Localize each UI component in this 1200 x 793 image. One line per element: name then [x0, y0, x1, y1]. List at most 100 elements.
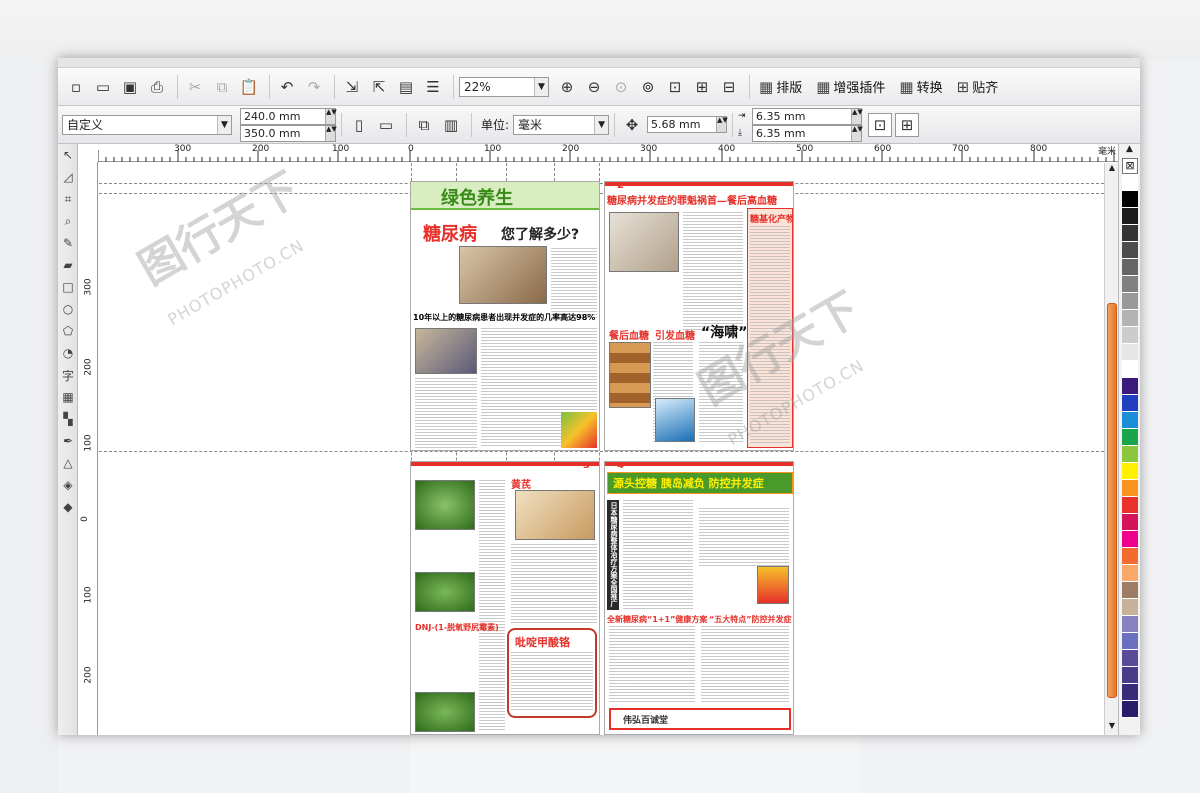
color-swatch[interactable]	[1122, 174, 1138, 191]
color-swatch[interactable]	[1122, 633, 1138, 650]
color-swatch[interactable]	[1122, 650, 1138, 667]
current-page-icon[interactable]: ▥	[439, 113, 463, 137]
vertical-scrollbar[interactable]: ▲ ▼	[1104, 163, 1118, 735]
spinner-icon[interactable]: ▲▼	[851, 125, 863, 141]
color-swatch[interactable]	[1122, 327, 1138, 344]
fill-tool-icon[interactable]: ◈	[58, 474, 78, 496]
ellipse-tool-icon[interactable]: ○	[58, 298, 78, 320]
scrollbar-thumb[interactable]	[1107, 303, 1117, 698]
color-swatch[interactable]	[1122, 582, 1138, 599]
color-swatch[interactable]	[1122, 531, 1138, 548]
zoom-out-icon[interactable]: ⊖	[582, 75, 606, 99]
export-icon[interactable]: ⇱	[367, 75, 391, 99]
scroll-down-icon[interactable]: ▼	[1105, 721, 1119, 735]
treat-as-filled-icon[interactable]: ⊡	[868, 112, 893, 137]
page-preset-select[interactable]: 自定义 ▼	[62, 114, 232, 135]
drawing-canvas[interactable]: 绿色养生 糖尿病 您了解多少? 10年以上的糖尿病患者出现并发症的几率高达98%…	[99, 163, 1104, 735]
interactive-fill-icon[interactable]: ◆	[58, 496, 78, 518]
zoom-height-icon[interactable]: ⊟	[717, 75, 741, 99]
color-swatch[interactable]	[1122, 395, 1138, 412]
smart-fill-icon[interactable]: ▰	[58, 254, 78, 276]
color-swatch[interactable]	[1122, 361, 1138, 378]
undo-icon[interactable]: ↶	[275, 75, 299, 99]
zoom-selected-icon[interactable]: ⊙	[609, 75, 633, 99]
shape-tool-icon[interactable]: ◿	[58, 166, 78, 188]
color-swatch[interactable]	[1122, 701, 1138, 718]
scroll-up-icon[interactable]: ▲	[1105, 163, 1119, 177]
color-swatch[interactable]	[1122, 565, 1138, 582]
color-swatch[interactable]	[1122, 684, 1138, 701]
print-icon[interactable]: ⎙	[145, 75, 169, 99]
plugin-button[interactable]: ▦ 增强插件	[812, 74, 889, 100]
open-folder-icon[interactable]: ▭	[91, 75, 115, 99]
all-pages-icon[interactable]: ⧉	[412, 113, 436, 137]
eyedropper-icon[interactable]: ✒	[58, 430, 78, 452]
horizontal-ruler[interactable]: 300 200 100 0 100 200 300 400 500 600 70…	[97, 144, 1128, 162]
cut-icon[interactable]: ✂	[183, 75, 207, 99]
basic-shapes-icon[interactable]: ◔	[58, 342, 78, 364]
duplicate-x-field[interactable]: 6.35 mm ▲▼	[752, 107, 863, 125]
copy-icon[interactable]: ⧉	[210, 75, 234, 99]
spinner-icon[interactable]: ▲▼	[325, 108, 337, 124]
app-launcher-icon[interactable]: ☰	[421, 75, 445, 99]
no-color-swatch-icon[interactable]: ⊠	[1122, 158, 1138, 174]
nudge-field[interactable]: 5.68 mm ▲▼	[647, 116, 728, 133]
interactive-effects-icon[interactable]: ▚	[58, 408, 78, 430]
color-swatch[interactable]	[1122, 293, 1138, 310]
color-swatch[interactable]	[1122, 378, 1138, 395]
color-swatch[interactable]	[1122, 344, 1138, 361]
table-tool-icon[interactable]: ▦	[58, 386, 78, 408]
rectangle-tool-icon[interactable]: □	[58, 276, 78, 298]
color-swatch[interactable]	[1122, 276, 1138, 293]
page-width-field[interactable]: 240.0 mm ▲▼	[240, 107, 337, 125]
landscape-icon[interactable]: ▭	[374, 113, 398, 137]
pick-tool-icon[interactable]: ↖	[58, 144, 78, 166]
color-swatch[interactable]	[1122, 446, 1138, 463]
outline-tool-icon[interactable]: △	[58, 452, 78, 474]
color-swatch[interactable]	[1122, 514, 1138, 531]
color-swatch[interactable]	[1122, 259, 1138, 276]
newspaper-page-4[interactable]: 4 源头控糖 胰岛减负 防控并发症 日本糖尿病整体治疗方案全国推广 全新糖尿病“…	[604, 461, 794, 735]
newspaper-page-1[interactable]: 绿色养生 糖尿病 您了解多少? 10年以上的糖尿病患者出现并发症的几率高达98%	[410, 181, 600, 451]
publish-pdf-icon[interactable]: ▤	[394, 75, 418, 99]
bleed-edge-icon[interactable]: ⊞	[895, 112, 920, 137]
color-swatch[interactable]	[1122, 616, 1138, 633]
zoom-page-icon[interactable]: ⊡	[663, 75, 687, 99]
color-swatch[interactable]	[1122, 429, 1138, 446]
unit-select[interactable]: 毫米 ▼	[513, 114, 610, 135]
guideline[interactable]	[99, 451, 1104, 452]
redo-icon[interactable]: ↷	[302, 75, 326, 99]
text-tool-icon[interactable]: 字	[58, 364, 78, 386]
import-icon[interactable]: ⇲	[340, 75, 364, 99]
color-swatch[interactable]	[1122, 480, 1138, 497]
new-document-icon[interactable]: ▫	[64, 75, 88, 99]
paste-icon[interactable]: 📋	[237, 75, 261, 99]
zoom-in-icon[interactable]: ⊕	[555, 75, 579, 99]
zoom-tool-icon[interactable]: ⌕	[58, 210, 78, 232]
spinner-icon[interactable]: ▲▼	[716, 117, 728, 132]
color-swatch[interactable]	[1122, 412, 1138, 429]
color-swatch[interactable]	[1122, 310, 1138, 327]
page-height-field[interactable]: 350.0 mm ▲▼	[240, 124, 337, 142]
color-swatch[interactable]	[1122, 497, 1138, 514]
spinner-icon[interactable]: ▲▼	[325, 125, 337, 141]
palette-scroll-up-icon[interactable]: ▲	[1119, 144, 1140, 158]
crop-tool-icon[interactable]: ⌗	[58, 188, 78, 210]
color-swatch[interactable]	[1122, 667, 1138, 684]
snap-button[interactable]: ⊞ 贴齐	[953, 74, 1003, 100]
color-swatch[interactable]	[1122, 225, 1138, 242]
color-swatch[interactable]	[1122, 242, 1138, 259]
zoom-width-icon[interactable]: ⊞	[690, 75, 714, 99]
color-swatch[interactable]	[1122, 463, 1138, 480]
portrait-icon[interactable]: ▯	[347, 113, 371, 137]
duplicate-y-field[interactable]: 6.35 mm ▲▼	[752, 124, 863, 142]
zoom-level-select[interactable]: 22% ▼	[459, 76, 549, 97]
save-icon[interactable]: ▣	[118, 75, 142, 99]
color-swatch[interactable]	[1122, 191, 1138, 208]
color-swatch[interactable]	[1122, 208, 1138, 225]
vertical-ruler[interactable]: 300 200 100 0 100 200 300	[78, 162, 98, 735]
color-swatch[interactable]	[1122, 599, 1138, 616]
polygon-tool-icon[interactable]: ⬠	[58, 320, 78, 342]
spinner-icon[interactable]: ▲▼	[851, 108, 863, 124]
layout-button[interactable]: ▦ 排版	[755, 74, 806, 100]
